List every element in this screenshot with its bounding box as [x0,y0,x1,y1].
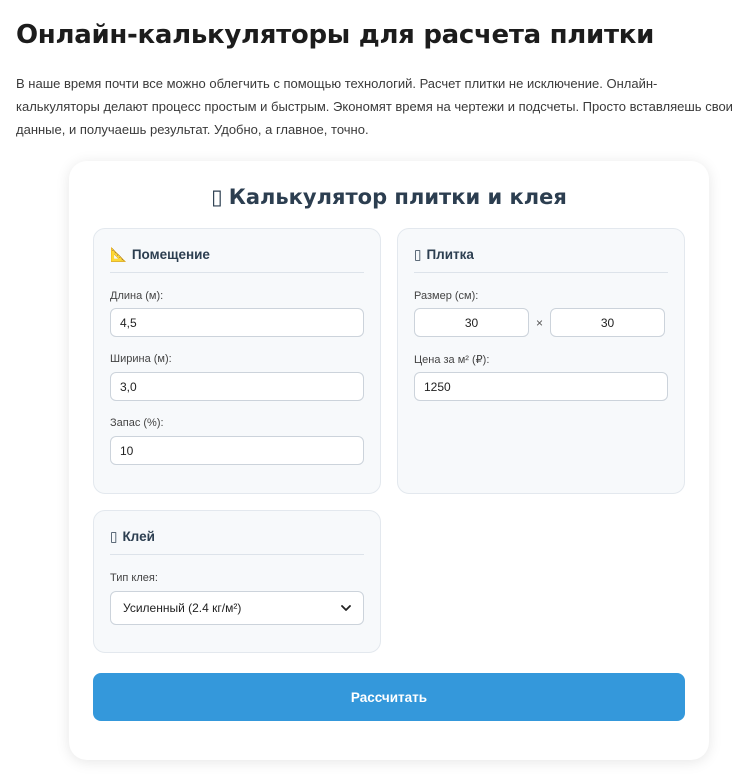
intro-paragraph: В наше время почти все можно облегчить с… [16,76,733,137]
tile-size-label: Размер (см): [414,290,479,302]
glue-panel-title: Клей [122,529,155,544]
reserve-input[interactable] [110,436,364,465]
price-label: Цена за м² (₽): [414,354,490,366]
glue-icon: ▯ [110,529,118,544]
glue-panel: ▯ Клей Тип клея: Усиленный (2.4 кг/м²) [93,510,381,653]
reserve-label: Запас (%): [110,417,164,429]
room-panel: 📐 Помещение Длина (м): Ширина (м): Запас … [93,228,381,494]
width-input[interactable] [110,372,364,401]
room-panel-heading: 📐 Помещение [110,247,364,273]
glue-type-select[interactable]: Усиленный (2.4 кг/м²) [110,591,364,625]
tile-size-b-input[interactable] [550,308,665,337]
calculator-title: ▯ Калькулятор плитки и клея [69,185,709,209]
width-label: Ширина (м): [110,353,172,365]
tile-panel-heading: ▯ Плитка [414,247,668,273]
triangle-ruler-icon: 📐 [110,247,127,262]
chevron-down-icon [341,605,351,611]
tile-panel: ▯ Плитка Размер (см): × Цена за м² (₽): [397,228,685,494]
calculator-title-text: Калькулятор плитки и клея [228,185,567,209]
tile-icon: ▯ [414,247,422,262]
calculator-card: ▯ Калькулятор плитки и клея 📐 Помещение Дл… [69,161,709,760]
page: Онлайн-калькуляторы для расчета плитки В… [0,0,749,776]
size-separator: × [536,316,544,330]
length-label: Длина (м): [110,290,164,302]
room-panel-title: Помещение [131,247,210,262]
glue-panel-heading: ▯ Клей [110,529,364,555]
glue-type-label: Тип клея: [110,572,158,584]
glue-type-value: Усиленный (2.4 кг/м²) [123,601,242,615]
calculator-title-icon: ▯ [211,185,223,209]
price-input[interactable] [414,372,668,401]
length-input[interactable] [110,308,364,337]
page-title: Онлайн-калькуляторы для расчета плитки [16,20,655,50]
tile-panel-title: Плитка [426,247,474,262]
tile-size-a-input[interactable] [414,308,529,337]
calculate-button[interactable]: Рассчитать [93,673,685,721]
